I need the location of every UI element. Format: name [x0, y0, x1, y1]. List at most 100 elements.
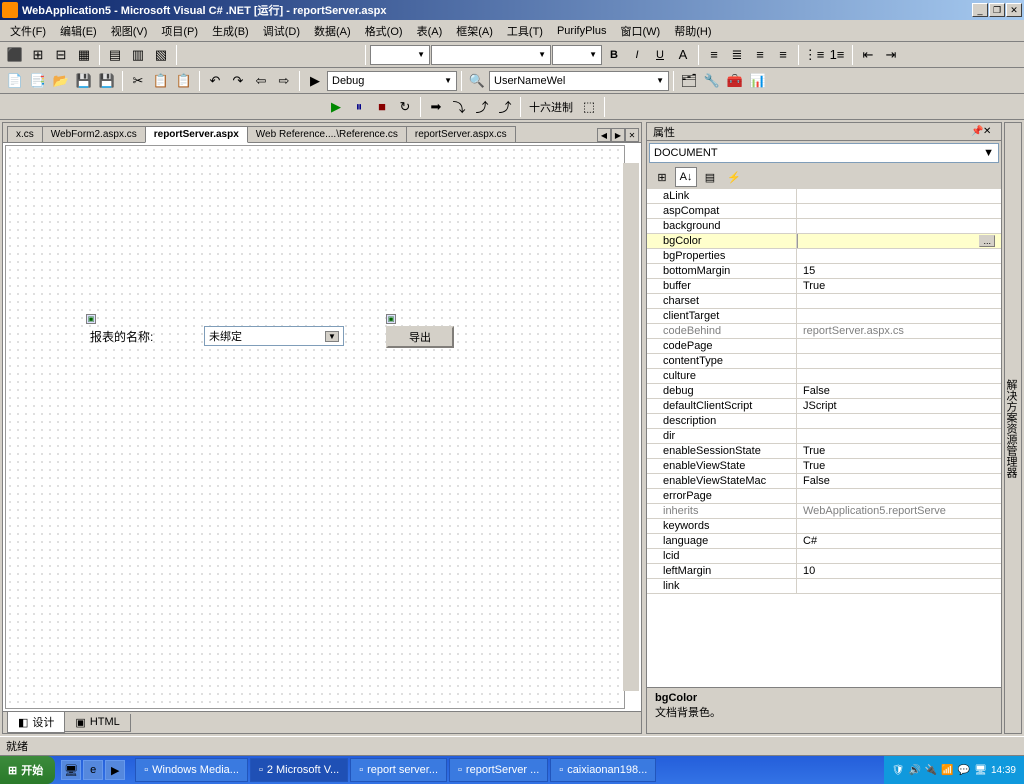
font-size-combo[interactable]: ▼: [552, 45, 602, 65]
menu-窗口[interactable]: 窗口(W): [615, 21, 667, 41]
property-value[interactable]: [797, 519, 1001, 533]
outdent-icon[interactable]: ⇤: [857, 44, 879, 66]
property-row[interactable]: debugFalse: [647, 384, 1001, 399]
hex-toggle-icon[interactable]: ⬚: [578, 96, 600, 118]
property-value[interactable]: [797, 549, 1001, 563]
align-c-icon[interactable]: ≣: [726, 44, 748, 66]
tab-scroll-left-icon[interactable]: ◀: [597, 128, 611, 142]
property-value[interactable]: reportServer.aspx.cs: [797, 324, 1001, 338]
menu-编辑[interactable]: 编辑(E): [54, 21, 103, 41]
menu-文件[interactable]: 文件(F): [4, 21, 52, 41]
align-j-icon[interactable]: ≡: [772, 44, 794, 66]
property-row[interactable]: codePage: [647, 339, 1001, 354]
minimize-button[interactable]: _: [972, 3, 988, 17]
property-row[interactable]: lcid: [647, 549, 1001, 564]
list-bullet-icon[interactable]: ⋮≡: [803, 44, 825, 66]
report-name-select[interactable]: 未绑定▼: [204, 326, 344, 346]
restore-button[interactable]: ❐: [989, 3, 1005, 17]
property-value[interactable]: [797, 309, 1001, 323]
property-value[interactable]: 10: [797, 564, 1001, 578]
clock[interactable]: 14:39: [991, 765, 1016, 776]
property-row[interactable]: culture: [647, 369, 1001, 384]
grid-icon[interactable]: ▤: [104, 44, 126, 66]
align-r-icon[interactable]: ≡: [749, 44, 771, 66]
pause-icon[interactable]: ⏸: [348, 96, 370, 118]
property-row[interactable]: description: [647, 414, 1001, 429]
save-all-icon[interactable]: 💾: [96, 70, 118, 92]
indent-icon[interactable]: ⇥: [880, 44, 902, 66]
tray-icon[interactable]: 🖥: [974, 765, 987, 776]
property-row[interactable]: bottomMargin15: [647, 264, 1001, 279]
property-row[interactable]: keywords: [647, 519, 1001, 534]
align-left-icon[interactable]: ⬛: [4, 44, 26, 66]
open-icon[interactable]: 📂: [50, 70, 72, 92]
alphabetical-icon[interactable]: A↓: [675, 167, 697, 187]
ql-desktop-icon[interactable]: 🖥: [61, 760, 81, 780]
menu-表[interactable]: 表(A): [411, 21, 449, 41]
property-row[interactable]: dir: [647, 429, 1001, 444]
property-row[interactable]: languageC#: [647, 534, 1001, 549]
taskbar-task[interactable]: ▫2 Microsoft V...: [250, 758, 348, 782]
align-l-icon[interactable]: ≡: [703, 44, 725, 66]
property-row[interactable]: enableViewStateMacFalse: [647, 474, 1001, 489]
property-value[interactable]: [797, 414, 1001, 428]
start-button[interactable]: ⊞ 开始: [0, 756, 55, 784]
property-value[interactable]: [797, 429, 1001, 443]
property-value[interactable]: True: [797, 444, 1001, 458]
new-project-icon[interactable]: 📄: [4, 70, 26, 92]
property-value[interactable]: [797, 369, 1001, 383]
tray-icon[interactable]: 🛡: [892, 765, 905, 776]
tab-scroll-right-icon[interactable]: ▶: [611, 128, 625, 142]
align-right-icon[interactable]: ⊟: [50, 44, 72, 66]
tray-icon[interactable]: 🔌: [925, 765, 937, 776]
property-row[interactable]: bgProperties: [647, 249, 1001, 264]
property-value[interactable]: 15: [797, 264, 1001, 278]
step-out-icon[interactable]: ⤴: [494, 96, 516, 118]
grid3-icon[interactable]: ▧: [150, 44, 172, 66]
save-icon[interactable]: 💾: [73, 70, 95, 92]
property-value[interactable]: [797, 579, 1001, 593]
grid2-icon[interactable]: ▥: [127, 44, 149, 66]
menu-数据[interactable]: 数据(A): [308, 21, 357, 41]
toolbox-icon[interactable]: 🧰: [724, 70, 746, 92]
menu-工具[interactable]: 工具(T): [501, 21, 549, 41]
tab-close-icon[interactable]: ✕: [625, 128, 639, 142]
property-row[interactable]: contentType: [647, 354, 1001, 369]
property-value[interactable]: [797, 489, 1001, 503]
properties-icon[interactable]: 🔧: [701, 70, 723, 92]
show-next-icon[interactable]: ➡: [425, 96, 447, 118]
undo-icon[interactable]: ↶: [204, 70, 226, 92]
list-number-icon[interactable]: 1≡: [826, 44, 848, 66]
document-tab[interactable]: reportServer.aspx.cs: [406, 126, 516, 142]
menu-purifyplus[interactable]: PurifyPlus: [551, 23, 613, 39]
property-value[interactable]: [797, 204, 1001, 218]
class-view-icon[interactable]: 📊: [747, 70, 769, 92]
forecolor-icon[interactable]: A: [672, 44, 694, 66]
property-row[interactable]: enableViewStateTrue: [647, 459, 1001, 474]
solution-explorer-tab[interactable]: 解决方案资源管理器: [1004, 122, 1022, 734]
menu-框架[interactable]: 框架(A): [450, 21, 499, 41]
property-value[interactable]: [797, 249, 1001, 263]
events-icon[interactable]: ⚡: [723, 167, 745, 187]
property-row[interactable]: aspCompat: [647, 204, 1001, 219]
property-value[interactable]: [797, 219, 1001, 233]
nav-back-icon[interactable]: ⇦: [250, 70, 272, 92]
align-top-icon[interactable]: ▦: [73, 44, 95, 66]
document-tab[interactable]: x.cs: [7, 126, 43, 142]
menu-视图[interactable]: 视图(V): [105, 21, 154, 41]
step-into-icon[interactable]: ⤵: [448, 96, 470, 118]
design-surface[interactable]: ▣ 报表的名称: 未绑定▼ ▣ 导出: [5, 145, 625, 709]
document-tab[interactable]: reportServer.aspx: [145, 126, 248, 143]
taskbar-task[interactable]: ▫caixiaonan198...: [550, 758, 656, 782]
continue-icon[interactable]: ▶: [325, 96, 347, 118]
property-row[interactable]: defaultClientScriptJScript: [647, 399, 1001, 414]
menu-生成[interactable]: 生成(B): [206, 21, 255, 41]
document-tab[interactable]: Web Reference....\Reference.cs: [247, 126, 407, 142]
paste-icon[interactable]: 📋: [173, 70, 195, 92]
underline-icon[interactable]: U: [649, 44, 671, 66]
italic-icon[interactable]: I: [626, 44, 648, 66]
property-value[interactable]: JScript: [797, 399, 1001, 413]
property-value[interactable]: [797, 189, 1001, 203]
property-value[interactable]: C#: [797, 534, 1001, 548]
pin-icon[interactable]: 📌: [971, 126, 983, 138]
